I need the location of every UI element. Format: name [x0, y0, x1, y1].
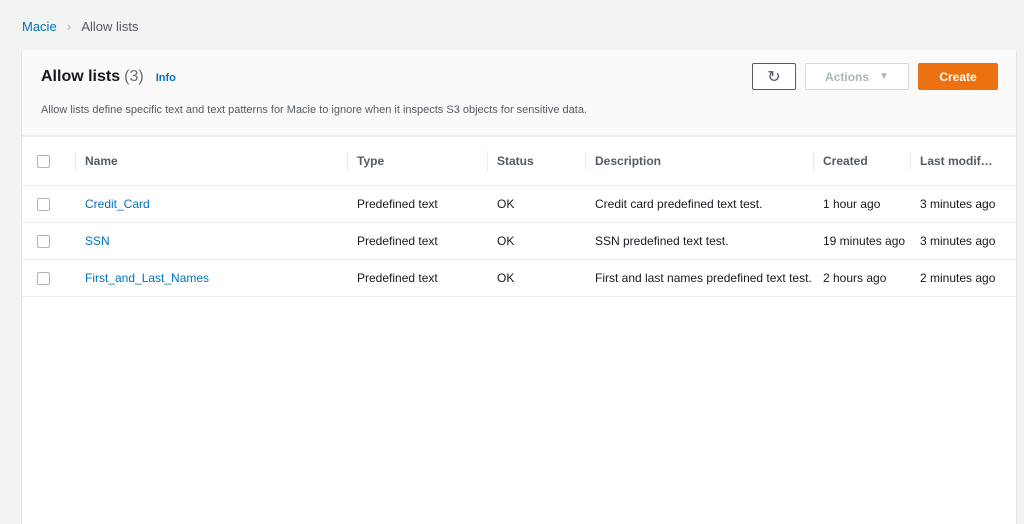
breadcrumb-macie[interactable]: Macie — [22, 19, 57, 34]
description: First and last names predefined text tes… — [585, 259, 813, 297]
column-type[interactable]: Type — [347, 137, 487, 186]
status: OK — [487, 185, 585, 223]
type: Predefined text — [347, 222, 487, 260]
allow-list-link[interactable]: First_and_Last_Names — [75, 259, 347, 297]
description: SSN predefined text test. — [585, 222, 813, 260]
actions-label: Actions — [825, 69, 870, 84]
info-link[interactable]: Info — [156, 72, 176, 84]
allow-list-link[interactable]: Credit_Card — [75, 185, 347, 223]
panel-header: Allow lists (3) Info Allow lists define … — [22, 50, 1016, 137]
caret-down-icon: ▼ — [879, 71, 889, 82]
column-created[interactable]: Created — [813, 137, 910, 186]
create-button[interactable]: Create — [918, 63, 998, 90]
row-checkbox[interactable] — [37, 271, 50, 285]
breadcrumb-current: Allow lists — [81, 18, 139, 34]
allow-lists-panel: Allow lists (3) Info Allow lists define … — [22, 50, 1016, 524]
last-modified: 2 minutes ago — [910, 259, 1016, 297]
type: Predefined text — [347, 185, 487, 223]
page-title: Allow lists (3) Info — [41, 68, 176, 86]
table-row: SSN Predefined text OK SSN predefined te… — [22, 222, 1016, 260]
description: Credit card predefined text test. — [585, 185, 813, 223]
allow-lists-table: Name Type Status Description Created Las… — [22, 137, 1016, 297]
refresh-button[interactable]: ↻ — [752, 63, 796, 90]
row-checkbox[interactable] — [37, 197, 50, 211]
title-text: Allow lists — [41, 68, 121, 85]
actions-button[interactable]: Actions ▼ — [805, 63, 909, 90]
table-row: Credit_Card Predefined text OK Credit ca… — [22, 185, 1016, 223]
description: Allow lists define specific text and tex… — [41, 104, 587, 116]
created: 1 hour ago — [813, 185, 910, 223]
table-row: First_and_Last_Names Predefined text OK … — [22, 259, 1016, 297]
created: 19 minutes ago — [813, 222, 910, 260]
allow-list-link[interactable]: SSN — [75, 222, 347, 260]
status: OK — [487, 259, 585, 297]
column-description[interactable]: Description — [585, 137, 813, 186]
column-name[interactable]: Name — [75, 137, 347, 186]
refresh-icon: ↻ — [767, 68, 781, 86]
column-last-modified[interactable]: Last modif… — [910, 137, 1016, 186]
created: 2 hours ago — [813, 259, 910, 297]
select-all-checkbox[interactable] — [37, 154, 50, 168]
column-status[interactable]: Status — [487, 137, 585, 186]
count: (3) — [124, 68, 144, 85]
chevron-right-icon: › — [66, 18, 72, 34]
status: OK — [487, 222, 585, 260]
row-checkbox[interactable] — [37, 234, 50, 248]
type: Predefined text — [347, 259, 487, 297]
breadcrumb: Macie › Allow lists — [22, 18, 138, 34]
last-modified: 3 minutes ago — [910, 222, 1016, 260]
last-modified: 3 minutes ago — [910, 185, 1016, 223]
